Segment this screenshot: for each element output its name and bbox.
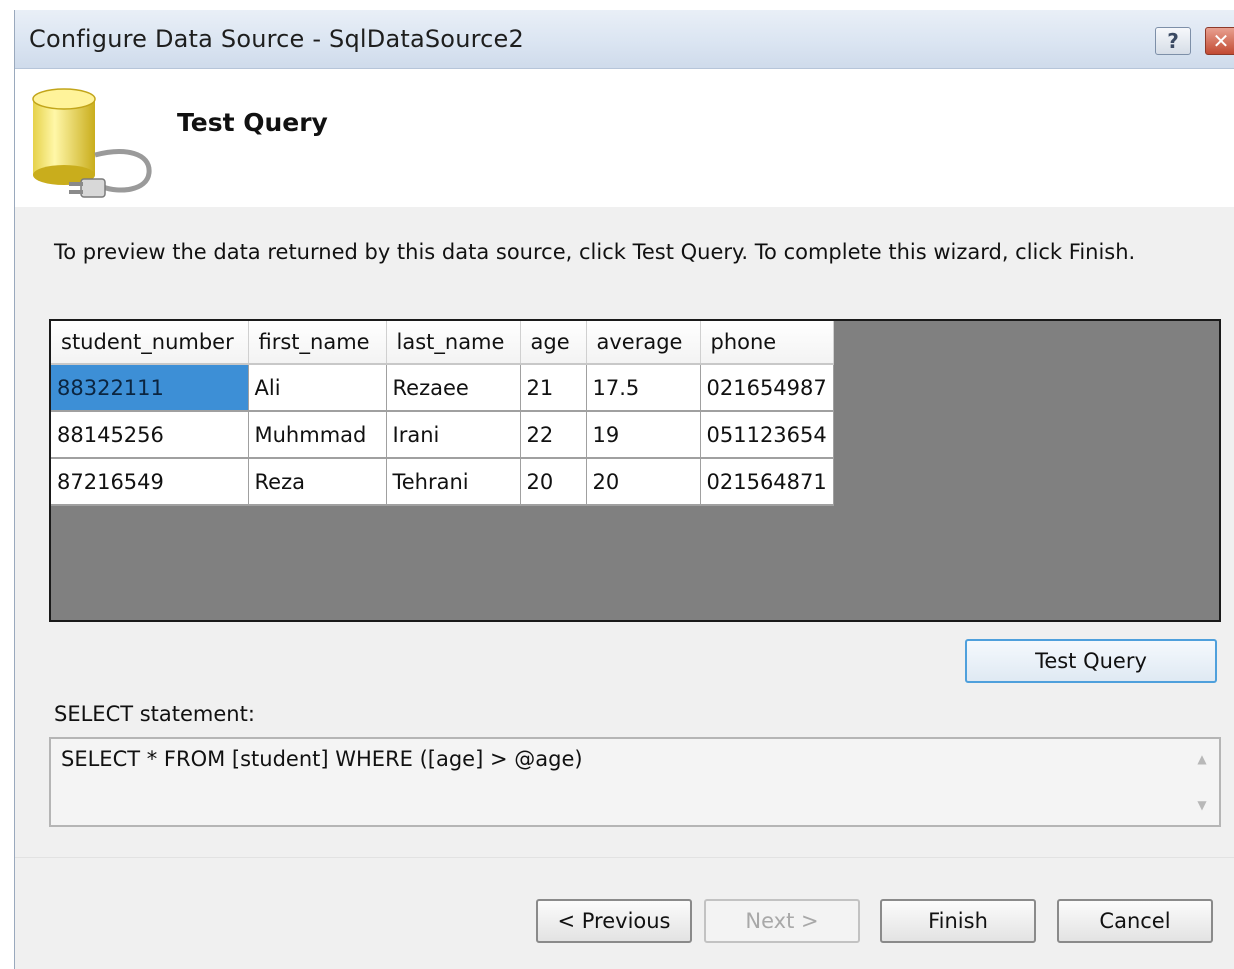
- configure-data-source-dialog: Configure Data Source - SqlDataSource2 ?…: [14, 10, 1234, 969]
- table-header-row: student_number first_name last_name age …: [51, 321, 834, 365]
- table-cell[interactable]: Reza: [248, 458, 387, 506]
- table-cell[interactable]: 87216549: [51, 458, 249, 506]
- results-table: student_number first_name last_name age …: [51, 321, 834, 506]
- next-button[interactable]: Next >: [704, 899, 860, 943]
- table-cell[interactable]: Muhmmad: [248, 411, 387, 459]
- select-statement-label: SELECT statement:: [54, 702, 255, 726]
- finish-button[interactable]: Finish: [880, 899, 1036, 943]
- select-statement-text: SELECT * FROM [student] WHERE ([age] > @…: [61, 747, 583, 771]
- table-cell[interactable]: 19: [586, 411, 701, 459]
- table-cell[interactable]: 021654987: [700, 364, 834, 412]
- scroll-down-arrow-icon[interactable]: ▼: [1189, 795, 1215, 815]
- table-cell[interactable]: 88145256: [51, 411, 249, 459]
- table-cell[interactable]: 20: [520, 458, 587, 506]
- table-cell[interactable]: 21: [520, 364, 587, 412]
- column-header[interactable]: last_name: [386, 321, 521, 365]
- title-bar: Configure Data Source - SqlDataSource2 ?…: [15, 10, 1234, 69]
- column-header[interactable]: phone: [700, 321, 834, 365]
- table-cell[interactable]: 20: [586, 458, 701, 506]
- scroll-up-arrow-icon[interactable]: ▲: [1189, 749, 1215, 769]
- close-icon: ✕: [1212, 29, 1230, 53]
- close-button[interactable]: ✕: [1205, 27, 1234, 55]
- cancel-button[interactable]: Cancel: [1057, 899, 1213, 943]
- table-cell[interactable]: 17.5: [586, 364, 701, 412]
- results-grid[interactable]: student_number first_name last_name age …: [49, 319, 1221, 622]
- table-cell[interactable]: 051123654: [700, 411, 834, 459]
- table-cell[interactable]: Tehrani: [386, 458, 521, 506]
- previous-button[interactable]: < Previous: [536, 899, 692, 943]
- select-statement-field[interactable]: SELECT * FROM [student] WHERE ([age] > @…: [49, 737, 1221, 827]
- table-cell[interactable]: Ali: [248, 364, 387, 412]
- table-cell[interactable]: Rezaee: [386, 364, 521, 412]
- table-row[interactable]: 87216549 Reza Tehrani 20 20 021564871: [51, 458, 834, 506]
- table-cell[interactable]: 021564871: [700, 458, 834, 506]
- column-header[interactable]: average: [586, 321, 701, 365]
- page-title: Test Query: [177, 108, 328, 137]
- help-button[interactable]: ?: [1155, 27, 1191, 55]
- table-cell[interactable]: Irani: [386, 411, 521, 459]
- instructions-text: To preview the data returned by this dat…: [54, 240, 1136, 264]
- footer-divider: [15, 857, 1234, 858]
- test-query-button[interactable]: Test Query: [965, 639, 1217, 683]
- wizard-header: Test Query: [15, 69, 1234, 207]
- window-title: Configure Data Source - SqlDataSource2: [29, 25, 524, 53]
- column-header[interactable]: student_number: [51, 321, 249, 365]
- help-icon: ?: [1167, 29, 1179, 53]
- table-row[interactable]: 88322111 Ali Rezaee 21 17.5 021654987: [51, 364, 834, 412]
- table-cell[interactable]: 22: [520, 411, 587, 459]
- database-plug-icon: [32, 88, 152, 198]
- column-header[interactable]: first_name: [248, 321, 387, 365]
- column-header[interactable]: age: [520, 321, 587, 365]
- table-cell-selected[interactable]: 88322111: [51, 364, 249, 412]
- table-row[interactable]: 88145256 Muhmmad Irani 22 19 051123654: [51, 411, 834, 459]
